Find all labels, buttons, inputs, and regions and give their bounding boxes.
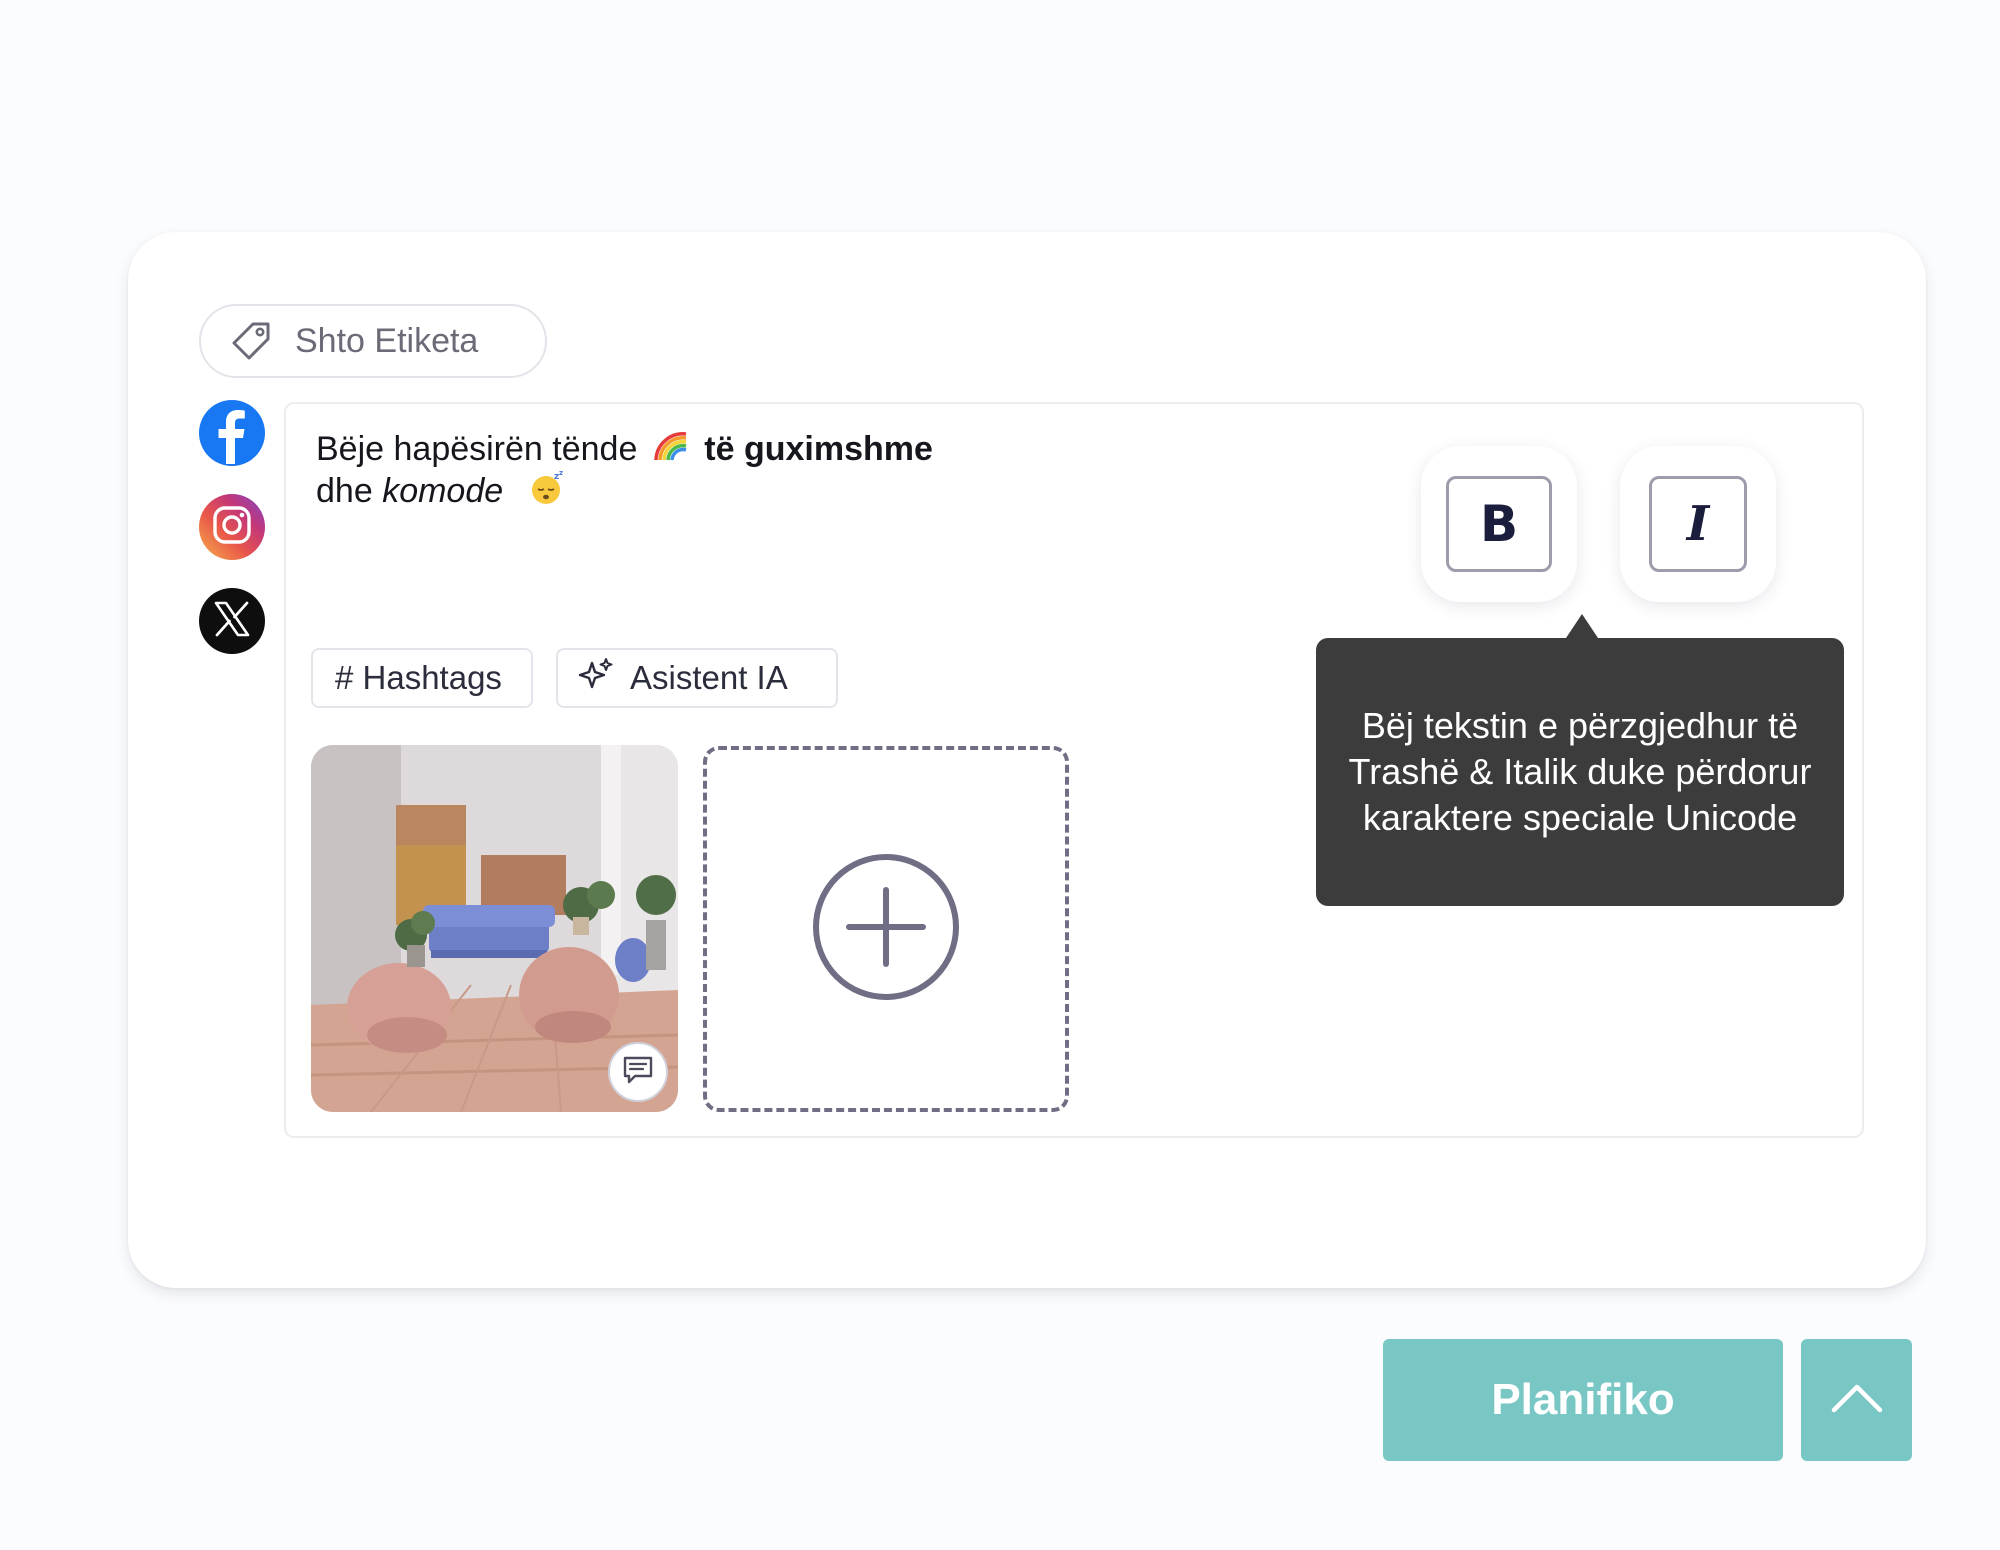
svg-text:z: z (559, 470, 563, 477)
facebook-icon (199, 398, 265, 469)
x-icon (213, 600, 251, 643)
plus-circle-icon (811, 852, 961, 1007)
bold-button[interactable]: B (1446, 476, 1552, 572)
add-media-button[interactable] (703, 746, 1069, 1112)
post-text-plain: Bëje hapësirën tënde (316, 430, 638, 468)
hashtags-label: # Hashtags (335, 659, 502, 696)
post-line-2: dhe komode z z (316, 469, 1076, 512)
italic-button[interactable]: I (1649, 476, 1747, 572)
schedule-label: Planifiko (1491, 1375, 1675, 1424)
add-tags-label: Shto Etiketa (295, 321, 479, 360)
facebook-account[interactable] (199, 400, 265, 466)
instagram-account[interactable] (199, 494, 265, 560)
chevron-up-icon (1830, 1381, 1884, 1420)
comment-button[interactable] (608, 1042, 668, 1102)
post-text-plain-2: dhe (316, 472, 373, 510)
sparkles-icon (578, 656, 614, 700)
bold-format-wrapper: B (1421, 446, 1577, 602)
ai-assistant-button[interactable]: Asistent IA (556, 648, 838, 708)
add-tags-button[interactable]: Shto Etiketa (199, 304, 547, 378)
ai-assistant-label: Asistent IA (630, 659, 788, 696)
rainbow-emoji-icon (653, 428, 689, 464)
hashtags-button[interactable]: # Hashtags (311, 648, 533, 708)
tooltip-text: Bëj tekstin e përzgjedhur të Trashë & It… (1348, 705, 1812, 838)
schedule-button[interactable]: Planifiko (1383, 1339, 1783, 1461)
tag-icon (231, 320, 273, 362)
tooltip-arrow (1566, 614, 1598, 638)
format-tooltip: Bëj tekstin e përzgjedhur të Trashë & It… (1316, 638, 1844, 906)
post-text-bold: të guximshme (704, 430, 933, 468)
italic-format-wrapper: I (1620, 446, 1776, 602)
comment-icon (621, 1053, 655, 1092)
post-text-area[interactable]: Bëje hapësirën tënde të guximshme dhe ko… (316, 428, 1076, 512)
expand-options-button[interactable] (1801, 1339, 1912, 1461)
sleeping-face-emoji-icon: z z (529, 469, 565, 506)
post-line-1: Bëje hapësirën tënde të guximshme (316, 428, 1076, 470)
post-text-italic: komode (382, 472, 504, 510)
instagram-icon (212, 505, 252, 550)
x-account[interactable] (199, 588, 265, 654)
